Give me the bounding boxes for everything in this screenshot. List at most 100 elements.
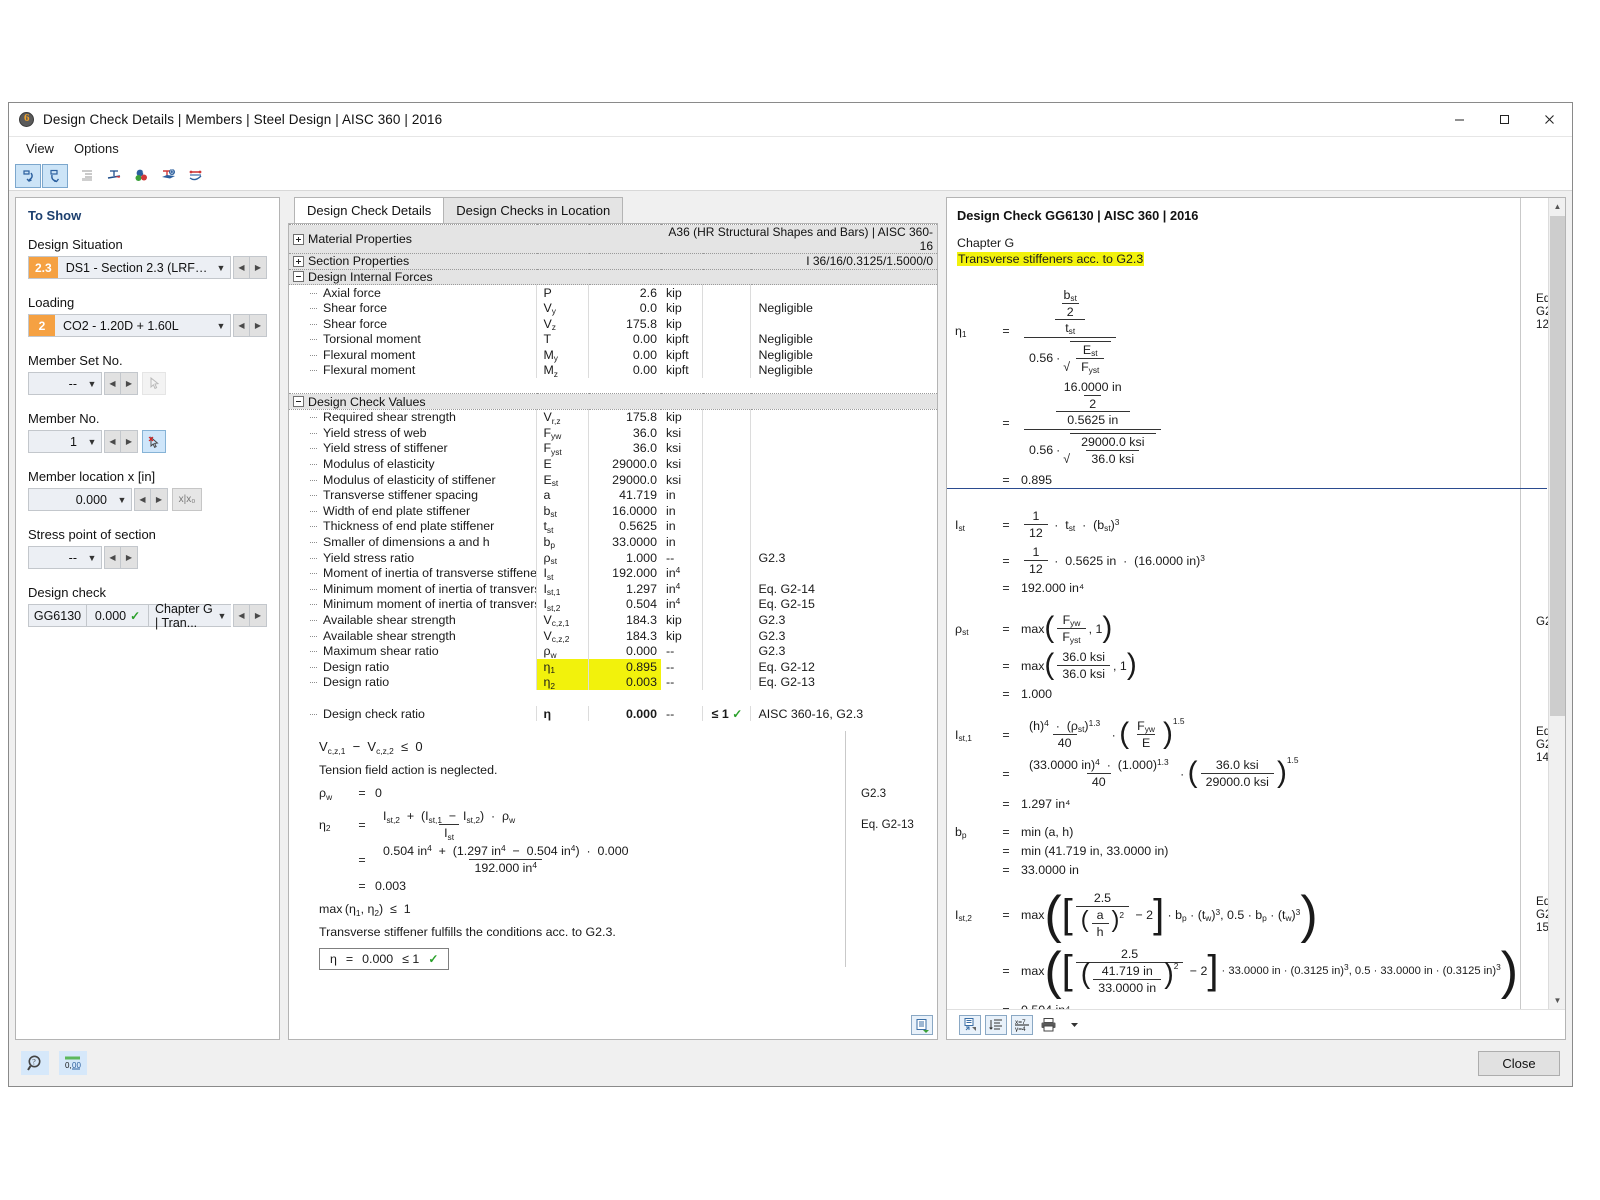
scroll-down-icon[interactable]: ▼ — [1549, 992, 1565, 1009]
section-dimension-icon[interactable] — [101, 164, 127, 188]
section-highlight-wrap: Transverse stiffeners acc. to G2.3 — [947, 252, 1565, 266]
table-row[interactable]: Moment of inertia of transverse stiffene… — [289, 565, 937, 582]
table-row[interactable]: Modulus of elasticity E 29000.0 ksi — [289, 456, 937, 472]
stress-point-prev-button[interactable]: ◀ — [104, 546, 121, 569]
table-row[interactable]: Available shear strength Vc,z,1 184.3 ki… — [289, 612, 937, 628]
table-row[interactable]: Torsional moment T 0.00 kipft Negligible — [289, 331, 937, 348]
maximize-button[interactable] — [1482, 103, 1527, 137]
table-row[interactable]: Design Check Values — [289, 393, 937, 410]
member-set-no-combo[interactable]: -- ▼ — [28, 372, 102, 395]
table-row[interactable]: Shear force Vy 0.0 kip Negligible — [289, 300, 937, 316]
chevron-down-icon[interactable]: ▼ — [83, 379, 101, 389]
expand-icon[interactable] — [293, 233, 304, 245]
print-icon[interactable] — [1037, 1015, 1059, 1035]
undo-arrow-icon[interactable] — [15, 163, 41, 188]
export-table-icon[interactable] — [911, 1015, 933, 1035]
group-design-internal-forces[interactable]: Design Internal Forces — [289, 268, 937, 286]
expand-icon[interactable] — [293, 255, 304, 267]
row-note: AISC 360-16, G2.3 — [750, 705, 937, 722]
close-button[interactable] — [1527, 103, 1572, 137]
table-row[interactable]: Axial force P 2.6 kip — [289, 284, 937, 301]
chevron-down-icon[interactable]: ▼ — [212, 263, 230, 273]
member-location-next-button[interactable]: ▶ — [151, 488, 168, 511]
table-row[interactable]: Shear force Vz 175.8 kip — [289, 315, 937, 332]
tab-design-check-details[interactable]: Design Check Details — [294, 197, 445, 223]
table-row[interactable]: Design check ratio η 0.000 -- ≤ 1 ✓ AISC… — [289, 705, 937, 722]
member-no-prev-button[interactable]: ◀ — [104, 430, 121, 453]
design-check-id[interactable]: GG6130 — [28, 604, 86, 627]
table-row[interactable]: Minimum moment of inertia of transverse … — [289, 596, 937, 613]
member-set-no-next-button[interactable]: ▶ — [121, 372, 138, 395]
table-row[interactable]: Yield stress ratio ρst 1.000 -- G2.3 — [289, 549, 937, 566]
group-design-check-values[interactable]: Design Check Values — [289, 393, 937, 410]
member-set-no-prev-button[interactable]: ◀ — [104, 372, 121, 395]
table-row[interactable]: Modulus of elasticity of stiffener Est 2… — [289, 471, 937, 488]
list-indent-icon[interactable] — [74, 164, 100, 188]
menu-view[interactable]: View — [17, 138, 63, 159]
member-location-prev-button[interactable]: ◀ — [134, 488, 151, 511]
table-row[interactable]: Flexural moment Mz 0.00 kipft Negligible — [289, 362, 937, 379]
scroll-up-icon[interactable]: ▲ — [1549, 198, 1565, 215]
member-result-icon[interactable] — [182, 164, 208, 188]
member-pick-icon[interactable] — [142, 430, 166, 453]
table-row[interactable]: Smaller of dimensions a and h bp 33.0000… — [289, 534, 937, 550]
help-magnifier-icon[interactable]: ? — [21, 1051, 49, 1075]
table-row[interactable]: Transverse stiffener spacing a 41.719 in — [289, 487, 937, 503]
decimal-places-icon[interactable]: 0, 00 — [59, 1051, 87, 1075]
row-unit: ksi — [665, 457, 682, 472]
design-check-next-button[interactable]: ▶ — [250, 604, 267, 627]
design-check-prev-button[interactable]: ◀ — [233, 604, 250, 627]
member-no-next-button[interactable]: ▶ — [121, 430, 138, 453]
group-material-properties[interactable]: Material Properties — [289, 224, 661, 254]
chevron-down-icon[interactable]: ▼ — [213, 611, 231, 621]
collapse-icon[interactable] — [293, 271, 304, 283]
member-set-pick-icon[interactable] — [142, 372, 166, 395]
table-row[interactable]: Design Internal Forces — [289, 268, 937, 286]
formula-values-icon[interactable]: x=7 y=4 — [1011, 1014, 1033, 1035]
design-situation-combo[interactable]: 2.3 DS1 - Section 2.3 (LRFD), 1. to 5. ▼ — [28, 256, 231, 279]
loading-next-button[interactable]: ▶ — [250, 314, 267, 337]
design-check-name[interactable]: Chapter G | Tran... ▼ — [148, 602, 231, 630]
expand-results-icon[interactable] — [959, 1014, 981, 1035]
support-reaction-icon[interactable]: 0 — [155, 164, 181, 188]
table-row[interactable]: Yield stress of stiffener Fyst 36.0 ksi — [289, 440, 937, 457]
stress-point-combo[interactable]: -- ▼ — [28, 546, 102, 569]
table-row[interactable]: Section Properties I 36/16/0.3125/1.5000… — [289, 253, 937, 270]
minimize-button[interactable] — [1437, 103, 1482, 137]
table-row[interactable]: Design ratio η1 0.895 -- Eq. G2-12 — [289, 658, 937, 675]
design-situation-prev-button[interactable]: ◀ — [233, 256, 250, 279]
dropdown-arrow-icon[interactable] — [1063, 1015, 1085, 1035]
formula-scrollbar[interactable]: ▲ ▼ — [1548, 198, 1565, 1009]
member-no-combo[interactable]: 1 ▼ — [28, 430, 102, 453]
close-dialog-button[interactable]: Close — [1478, 1050, 1560, 1076]
chevron-down-icon[interactable]: ▼ — [113, 495, 131, 505]
menu-options[interactable]: Options — [65, 138, 128, 159]
member-location-combo[interactable]: 0.000 ▼ — [28, 488, 132, 511]
chevron-down-icon[interactable]: ▼ — [83, 437, 101, 447]
traffic-light-icon[interactable]: 0 — [128, 164, 154, 188]
collapse-icon[interactable] — [293, 396, 304, 408]
table-row[interactable]: Flexural moment My 0.00 kipft Negligible — [289, 347, 937, 363]
relative-location-toggle[interactable]: x|x₀ — [172, 488, 202, 511]
table-row[interactable]: Yield stress of web Fyw 36.0 ksi — [289, 425, 937, 441]
table-row[interactable]: Maximum shear ratio ρw 0.000 -- G2.3 — [289, 643, 937, 660]
table-row[interactable]: Minimum moment of inertia of transverse … — [289, 581, 937, 597]
design-check-ratio[interactable]: 0.000 ✓ — [86, 604, 148, 627]
loading-prev-button[interactable]: ◀ — [233, 314, 250, 337]
scrollbar-thumb[interactable] — [1550, 216, 1565, 716]
sort-list-icon[interactable] — [985, 1014, 1007, 1035]
table-row[interactable]: Design ratio η2 0.003 -- Eq. G2-13 — [289, 674, 937, 691]
design-situation-next-button[interactable]: ▶ — [250, 256, 267, 279]
redo-arrow-icon[interactable] — [42, 163, 68, 188]
tab-design-checks-in-location[interactable]: Design Checks in Location — [443, 197, 624, 223]
group-section-properties[interactable]: Section Properties — [289, 253, 661, 270]
table-row[interactable]: Material Properties A36 (HR Structural S… — [289, 224, 937, 254]
chevron-down-icon[interactable]: ▼ — [83, 553, 101, 563]
stress-point-next-button[interactable]: ▶ — [121, 546, 138, 569]
table-row[interactable]: Width of end plate stiffener bst 16.0000… — [289, 503, 937, 519]
table-row[interactable]: Thickness of end plate stiffener tst 0.5… — [289, 518, 937, 535]
table-row[interactable]: Required shear strength Vr,z 175.8 kip — [289, 409, 937, 426]
loading-combo[interactable]: 2 CO2 - 1.20D + 1.60L ▼ — [28, 314, 231, 337]
chevron-down-icon[interactable]: ▼ — [212, 321, 230, 331]
table-row[interactable]: Available shear strength Vc,z,2 184.3 ki… — [289, 627, 937, 644]
